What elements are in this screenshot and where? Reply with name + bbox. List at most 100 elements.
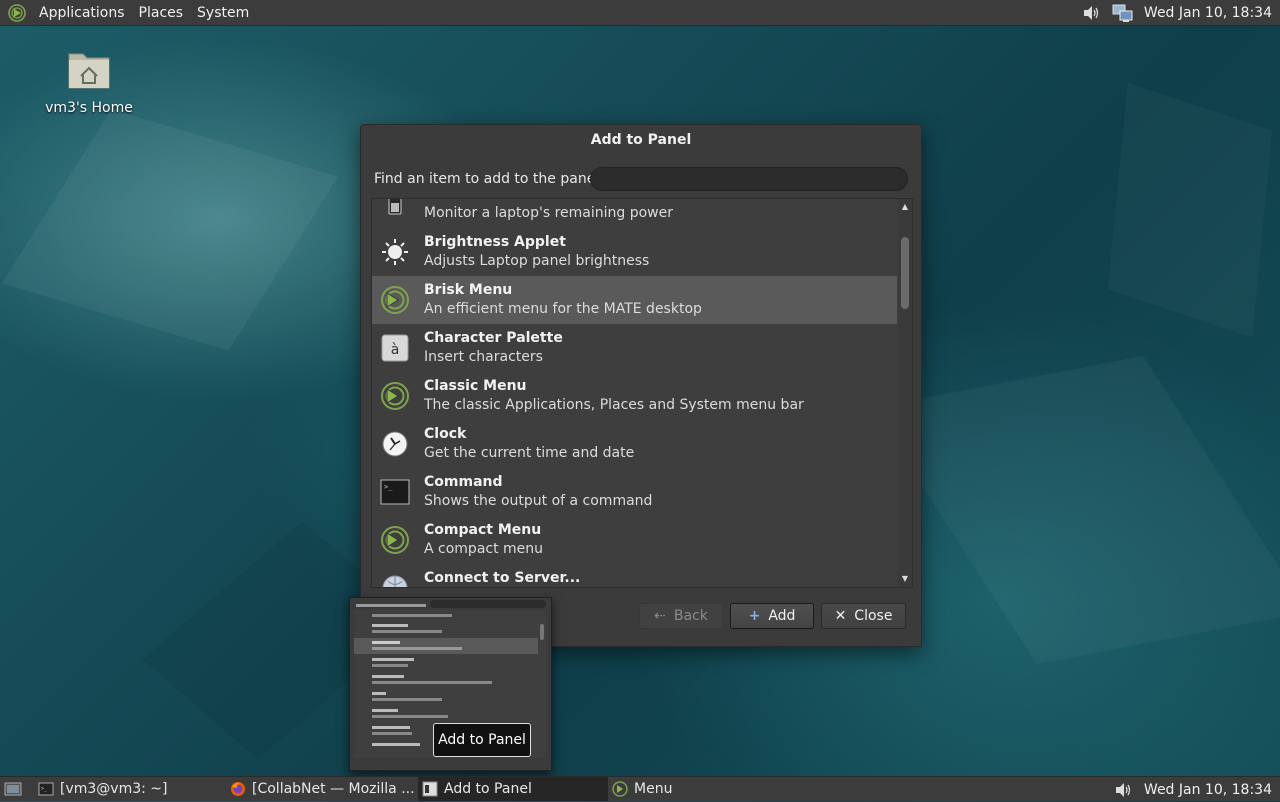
preview-line <box>372 624 408 627</box>
item-name: Command <box>424 474 503 490</box>
volume-icon[interactable] <box>1080 2 1102 24</box>
preview-line <box>372 664 408 667</box>
terminal-icon: >_ <box>38 782 54 796</box>
battery-icon <box>380 199 410 219</box>
preview-line <box>372 732 412 735</box>
network-icon[interactable] <box>1112 2 1134 24</box>
list-item[interactable]: à Character Palette Insert characters <box>372 324 897 372</box>
close-label: Close <box>854 608 893 624</box>
preview-line <box>372 681 492 684</box>
applet-list[interactable]: Monitor a laptop's remaining power Brigh… <box>371 198 913 588</box>
desktop-home-icon[interactable]: vm3's Home <box>40 48 138 116</box>
bottom-panel: >_ [vm3@vm3: ~] [CollabNet — Mozilla ...… <box>0 776 1280 801</box>
terminal-icon: >_ <box>380 477 410 507</box>
list-item[interactable]: Monitor a laptop's remaining power <box>372 199 897 228</box>
scroll-thumb[interactable] <box>901 237 909 309</box>
plus-icon: + <box>748 608 761 624</box>
preview-line <box>372 743 420 746</box>
wallpaper-shard <box>1 109 339 351</box>
preview-line <box>372 698 442 701</box>
item-desc: A compact menu <box>424 541 544 557</box>
item-desc: Monitor a laptop's remaining power <box>424 205 673 221</box>
add-label: Add <box>768 608 796 624</box>
item-name: Classic Menu <box>424 378 527 394</box>
preview-search <box>430 600 546 608</box>
preview-line <box>372 715 448 718</box>
item-name: Compact Menu <box>424 522 542 538</box>
volume-icon[interactable] <box>1112 779 1134 801</box>
item-desc: The classic Applications, Places and Sys… <box>424 397 804 413</box>
top-tray: Wed Jan 10, 18:34 <box>1080 0 1280 25</box>
show-desktop-icon[interactable] <box>4 781 22 797</box>
task-label: Add to Panel <box>444 781 532 797</box>
home-icon-label: vm3's Home <box>45 100 133 116</box>
preview-line <box>372 692 386 695</box>
firefox-icon <box>231 782 245 796</box>
task-label: [vm3@vm3: ~] <box>60 781 168 797</box>
svg-text:>_: >_ <box>41 786 48 792</box>
preview-line <box>356 604 426 607</box>
classic-menu-icon <box>380 381 410 411</box>
list-item[interactable]: Compact Menu A compact menu <box>372 516 897 564</box>
item-name: Character Palette <box>424 330 563 346</box>
preview-line <box>372 630 442 633</box>
scroll-down-arrow-icon[interactable]: ▼ <box>898 573 912 585</box>
back-button[interactable]: ⇠ Back <box>639 603 723 629</box>
list-item[interactable]: >_ Command Shows the output of a command <box>372 468 897 516</box>
wallpaper-shard <box>1108 83 1272 338</box>
mate-logo-icon[interactable] <box>8 3 26 22</box>
window-icon <box>422 781 438 797</box>
menu-applications[interactable]: Applications <box>32 5 132 21</box>
brisk-menu-icon <box>380 285 410 315</box>
home-folder-icon <box>68 53 110 89</box>
list-item[interactable]: Brightness Applet Adjusts Laptop panel b… <box>372 228 897 276</box>
brightness-icon <box>380 237 410 267</box>
menu-places[interactable]: Places <box>132 5 191 21</box>
bottom-clock[interactable]: Wed Jan 10, 18:34 <box>1144 782 1272 798</box>
preview-line <box>372 614 452 617</box>
character-palette-icon: à <box>380 333 410 363</box>
network-server-icon <box>380 573 410 587</box>
add-to-panel-dialog: Add to Panel Find an item to add to the … <box>360 124 922 647</box>
task-label: [CollabNet — Mozilla ... <box>252 781 415 797</box>
add-button[interactable]: + Add <box>730 603 814 629</box>
svg-text:à: à <box>391 342 400 358</box>
preview-line <box>372 709 398 712</box>
preview-line <box>372 675 404 678</box>
task-menu[interactable]: Menu <box>608 777 718 801</box>
scroll-up-arrow-icon[interactable]: ▲ <box>898 201 912 213</box>
item-name: Clock <box>424 426 467 442</box>
menu-system[interactable]: System <box>190 5 256 21</box>
close-button[interactable]: ✕ Close <box>821 603 906 629</box>
list-item[interactable]: Classic Menu The classic Applications, P… <box>372 372 897 420</box>
find-label: Find an item to add to the panel: <box>374 171 604 187</box>
mate-menu-icon <box>612 781 628 797</box>
preview-line <box>372 641 400 644</box>
preview-line <box>372 647 462 650</box>
svg-text:>_: >_ <box>384 483 393 491</box>
item-name: Connect to Server... <box>424 570 581 586</box>
list-scrollbar[interactable]: ▲ ▼ <box>898 199 912 587</box>
preview-scroll-thumb <box>540 624 544 640</box>
list-item[interactable]: Connect to Server... <box>372 564 897 587</box>
close-icon: ✕ <box>834 608 847 624</box>
bottom-tray: Wed Jan 10, 18:34 <box>1112 777 1280 802</box>
task-label: Menu <box>634 781 673 797</box>
preview-line <box>372 726 410 729</box>
item-desc: Insert characters <box>424 349 543 365</box>
preview-tooltip: Add to Panel <box>433 723 531 757</box>
find-input[interactable] <box>590 167 908 191</box>
clock-icon <box>380 429 410 459</box>
task-add-to-panel[interactable]: Add to Panel <box>418 777 608 801</box>
list-item[interactable]: Clock Get the current time and date <box>372 420 897 468</box>
task-terminal[interactable]: >_ [vm3@vm3: ~] <box>34 777 214 801</box>
back-label: Back <box>673 608 708 624</box>
list-item-selected[interactable]: Brisk Menu An efficient menu for the MAT… <box>372 276 897 324</box>
dialog-title[interactable]: Add to Panel <box>361 125 921 155</box>
item-desc: An efficient menu for the MATE desktop <box>424 301 702 317</box>
item-desc: Shows the output of a command <box>424 493 653 509</box>
top-clock[interactable]: Wed Jan 10, 18:34 <box>1144 5 1272 21</box>
top-panel: Applications Places System Wed Jan 10, 1… <box>0 0 1280 26</box>
item-name: Brightness Applet <box>424 234 566 250</box>
task-firefox[interactable]: [CollabNet — Mozilla ... <box>226 777 416 801</box>
